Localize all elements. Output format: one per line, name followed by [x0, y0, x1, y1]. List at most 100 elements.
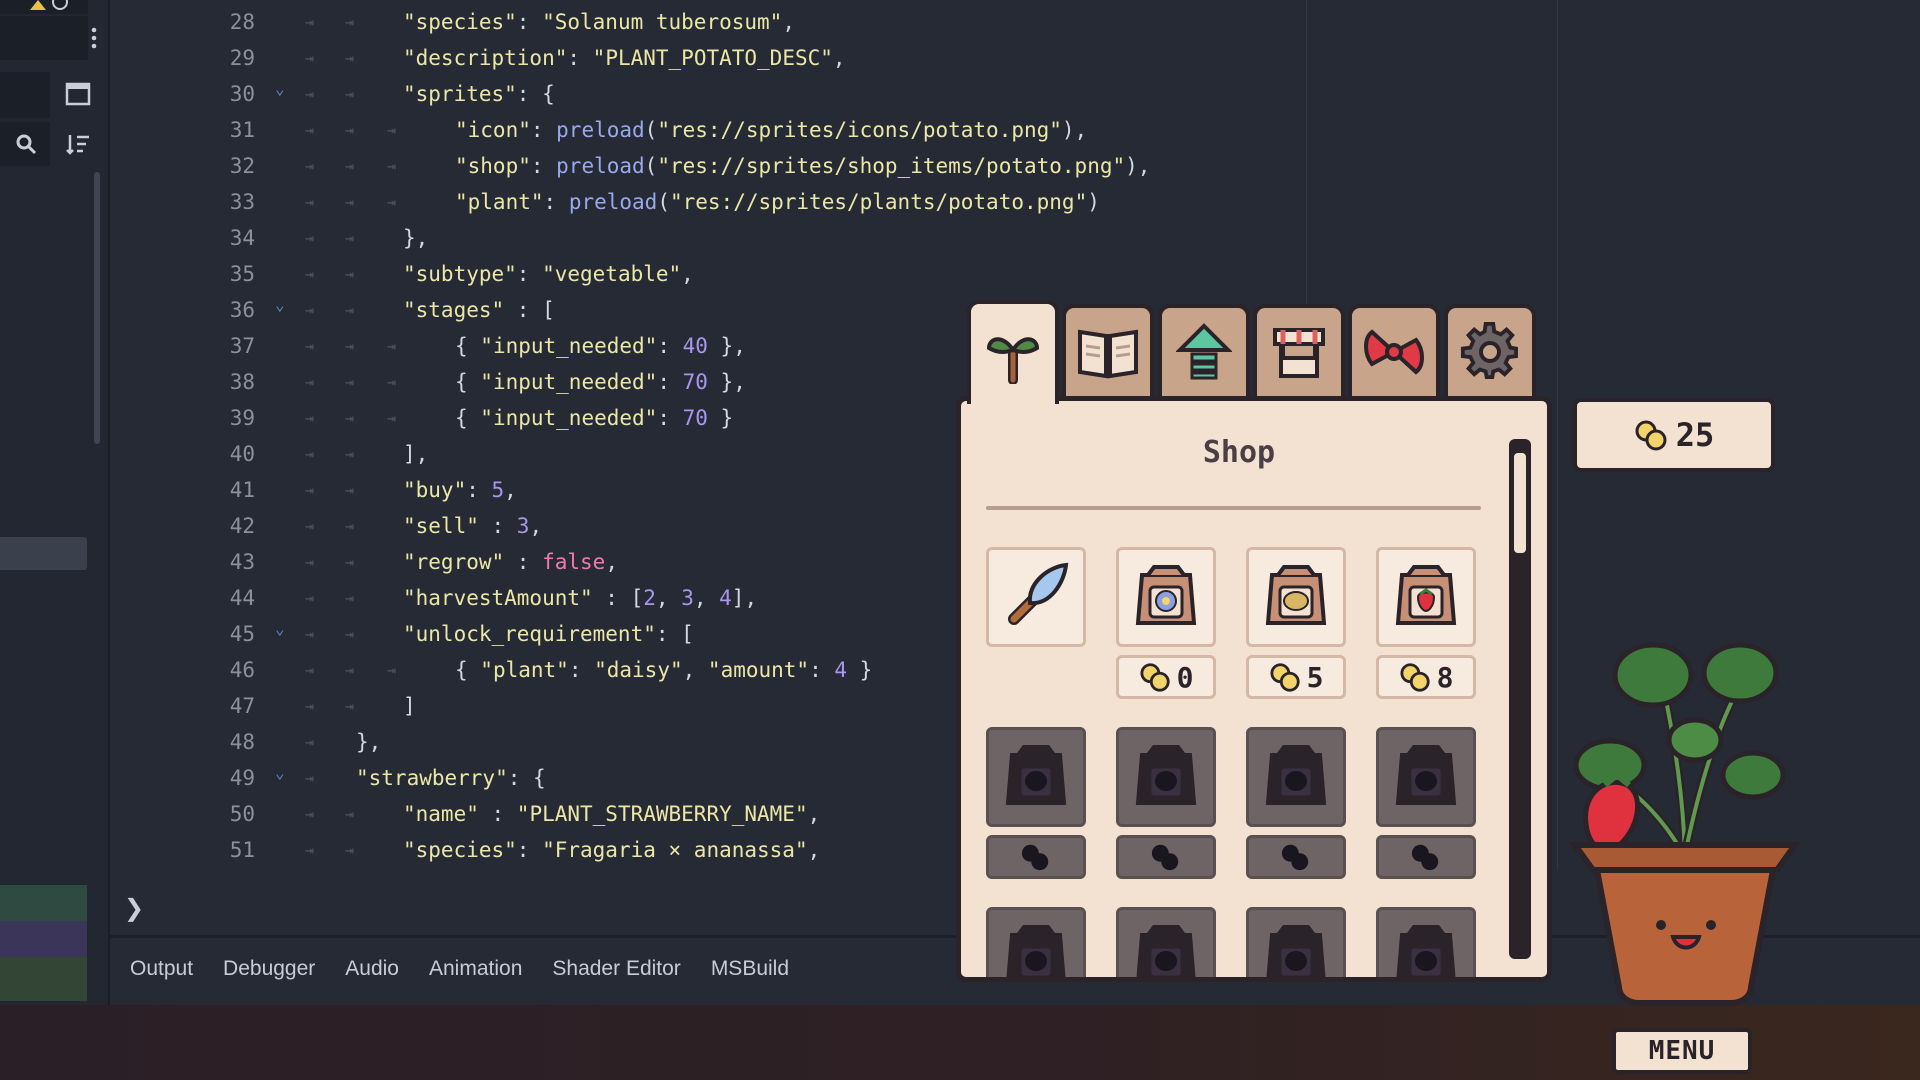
shop-scroll-thumb[interactable]	[1514, 453, 1526, 553]
line-number[interactable]: 30	[110, 76, 255, 112]
line-number[interactable]: 36	[110, 292, 255, 328]
code-text[interactable]: },	[403, 220, 428, 256]
sort-icon[interactable]	[58, 124, 98, 164]
code-text[interactable]: "shop": preload("res://sprites/shop_item…	[455, 148, 1150, 184]
line-number[interactable]: 48	[110, 724, 255, 760]
code-text[interactable]: "icon": preload("res://sprites/icons/pot…	[455, 112, 1087, 148]
code-text[interactable]: "unlock_requirement": [	[403, 616, 694, 652]
code-line[interactable]: 29 ⇥ ⇥ "description": "PLANT_POTATO_DESC",	[110, 40, 1920, 76]
shop-item[interactable]	[1376, 547, 1476, 647]
code-text[interactable]: "buy": 5,	[403, 472, 517, 508]
fold-arrow-icon[interactable]: ⌄	[275, 755, 291, 791]
line-number[interactable]: 46	[110, 652, 255, 688]
code-text[interactable]: ]	[403, 688, 416, 724]
dock-input[interactable]	[0, 72, 50, 118]
code-text[interactable]: "sprites": {	[403, 76, 555, 112]
code-text[interactable]: { "input_needed": 40 },	[455, 328, 746, 364]
line-number[interactable]: 35	[110, 256, 255, 292]
line-number[interactable]: 32	[110, 148, 255, 184]
code-text[interactable]: },	[356, 724, 381, 760]
line-number[interactable]: 49	[110, 760, 255, 796]
game-tab-garden[interactable]	[967, 300, 1059, 404]
line-number[interactable]: 44	[110, 580, 255, 616]
code-token: "amount"	[707, 658, 810, 682]
code-text[interactable]: { "input_needed": 70 },	[455, 364, 746, 400]
code-line[interactable]: 28 ⇥ ⇥ "species": "Solanum tuberosum",	[110, 4, 1920, 40]
fold-arrow-icon[interactable]: ⌄	[275, 287, 291, 323]
line-number[interactable]: 45	[110, 616, 255, 652]
line-number[interactable]: 31	[110, 112, 255, 148]
line-number[interactable]: 37	[110, 328, 255, 364]
line-number[interactable]: 43	[110, 544, 255, 580]
code-token: ,	[605, 550, 618, 574]
shop-item-locked[interactable]	[1376, 907, 1476, 977]
line-number[interactable]: 41	[110, 472, 255, 508]
line-number[interactable]: 47	[110, 688, 255, 724]
code-line[interactable]: 30 ⌄ ⇥ ⇥ "sprites": {	[110, 76, 1920, 112]
code-text[interactable]: { "input_needed": 70 }	[455, 400, 733, 436]
dock-scrollbar[interactable]	[94, 172, 100, 444]
tab-msbuild[interactable]: MSBuild	[711, 957, 789, 981]
line-number[interactable]: 38	[110, 364, 255, 400]
shop-item[interactable]	[986, 547, 1086, 647]
tab-debugger[interactable]: Debugger	[223, 957, 315, 981]
menu-button[interactable]: MENU	[1612, 1028, 1752, 1074]
line-number[interactable]: 40	[110, 436, 255, 472]
shop-item-locked[interactable]	[1376, 727, 1476, 827]
shop-item[interactable]	[1116, 547, 1216, 647]
shop-item-locked[interactable]	[986, 907, 1086, 977]
tab-output[interactable]: Output	[130, 957, 193, 981]
tab-animation[interactable]: Animation	[429, 957, 522, 981]
code-token: ],	[403, 442, 429, 466]
tab-shader-editor[interactable]: Shader Editor	[552, 957, 680, 981]
line-number[interactable]: 42	[110, 508, 255, 544]
console-prompt[interactable]: ❯	[124, 894, 144, 922]
code-line[interactable]: 31 ⇥ ⇥ ⇥ "icon": preload("res://sprites/icon…	[110, 112, 1920, 148]
code-text[interactable]: "subtype": "vegetable",	[403, 256, 694, 292]
code-line[interactable]: 32 ⇥ ⇥ ⇥ "shop": preload("res://sprites/shop…	[110, 148, 1920, 184]
code-text[interactable]: "stages" : [	[403, 292, 555, 328]
line-number[interactable]: 51	[110, 832, 255, 868]
game-tab-market[interactable]	[1253, 304, 1345, 396]
code-text[interactable]: "plant": preload("res://sprites/plants/p…	[455, 184, 1100, 220]
line-number[interactable]: 39	[110, 400, 255, 436]
fold-arrow-icon[interactable]: ⌄	[275, 71, 291, 107]
shop-item-locked[interactable]	[1246, 727, 1346, 827]
line-number[interactable]: 29	[110, 40, 255, 76]
code-text[interactable]: "sell" : 3,	[403, 508, 542, 544]
game-tab-settings[interactable]	[1444, 304, 1536, 396]
shop-item-locked[interactable]	[1116, 727, 1216, 827]
code-text[interactable]: "species": "Fragaria × ananassa",	[403, 832, 820, 868]
code-text[interactable]: ],	[403, 436, 428, 472]
shop-item[interactable]	[1246, 547, 1346, 647]
game-tab-journal[interactable]	[1062, 304, 1154, 396]
potato-seed-packet-icon	[1265, 565, 1327, 625]
line-number[interactable]: 33	[110, 184, 255, 220]
code-text[interactable]: "name" : "PLANT_STRAWBERRY_NAME",	[403, 796, 820, 832]
code-text[interactable]: "strawberry": {	[356, 760, 546, 796]
line-number[interactable]: 34	[110, 220, 255, 256]
window-icon[interactable]	[58, 74, 98, 114]
code-text[interactable]: "harvestAmount" : [2, 3, 4],	[403, 580, 757, 616]
code-token: 40	[682, 334, 708, 358]
warning-icon[interactable]	[28, 0, 70, 12]
code-text[interactable]: "species": "Solanum tuberosum",	[403, 4, 795, 40]
code-line[interactable]: 35 ⇥ ⇥ "subtype": "vegetable",	[110, 256, 1920, 292]
game-tab-upgrades[interactable]	[1158, 304, 1250, 396]
code-text[interactable]: "regrow" : false,	[403, 544, 618, 580]
shop-item-locked[interactable]	[1116, 907, 1216, 977]
line-number[interactable]: 50	[110, 796, 255, 832]
tab-audio[interactable]: Audio	[345, 957, 399, 981]
search-icon[interactable]	[6, 124, 46, 164]
shop-item-locked[interactable]	[986, 727, 1086, 827]
code-line[interactable]: 33 ⇥ ⇥ ⇥ "plant": preload("res://sprites/pla…	[110, 184, 1920, 220]
shop-scrollbar[interactable]	[1509, 439, 1531, 959]
code-text[interactable]: "description": "PLANT_POTATO_DESC",	[403, 40, 846, 76]
dock-selected-row[interactable]	[0, 537, 87, 570]
line-number[interactable]: 28	[110, 4, 255, 40]
code-line[interactable]: 34 ⇥ ⇥},	[110, 220, 1920, 256]
game-tab-decor[interactable]	[1348, 304, 1440, 396]
fold-arrow-icon[interactable]: ⌄	[275, 611, 291, 647]
shop-item-locked[interactable]	[1246, 907, 1346, 977]
code-text[interactable]: { "plant": "daisy", "amount": 4 }	[455, 652, 872, 688]
